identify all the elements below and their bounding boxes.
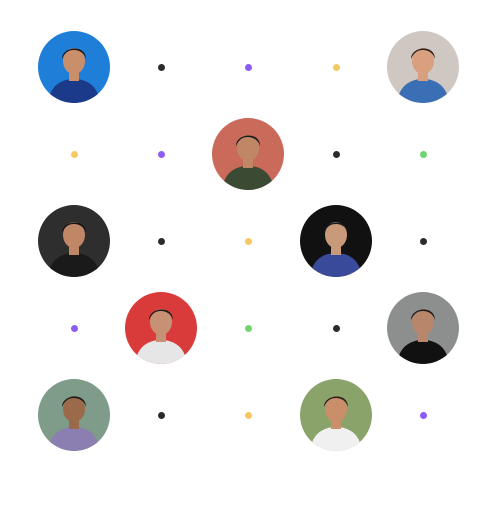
avatar-cell xyxy=(300,205,372,277)
avatar xyxy=(300,379,372,451)
dot-cell xyxy=(300,292,372,364)
dot-cell xyxy=(125,118,197,190)
avatar-cell xyxy=(38,31,110,103)
decorative-dot xyxy=(70,324,78,332)
avatar xyxy=(387,31,459,103)
decorative-dot xyxy=(419,237,427,245)
avatar-cell xyxy=(387,31,459,103)
decorative-dot xyxy=(157,411,165,419)
dot-cell xyxy=(125,31,197,103)
dot-cell xyxy=(38,118,110,190)
avatar xyxy=(38,31,110,103)
dot-cell xyxy=(125,205,197,277)
decorative-dot xyxy=(332,324,340,332)
decorative-dot xyxy=(419,150,427,158)
avatar xyxy=(300,205,372,277)
dot-cell xyxy=(387,379,459,451)
decorative-dot xyxy=(244,324,252,332)
avatar xyxy=(387,292,459,364)
dot-cell xyxy=(300,31,372,103)
dot-cell xyxy=(212,31,284,103)
decorative-dot xyxy=(332,63,340,71)
dot-cell xyxy=(212,379,284,451)
avatar-cell xyxy=(125,292,197,364)
dot-cell xyxy=(387,205,459,277)
dot-cell xyxy=(125,379,197,451)
avatar xyxy=(212,118,284,190)
avatar-cell xyxy=(38,205,110,277)
decorative-dot xyxy=(244,63,252,71)
decorative-dot xyxy=(70,150,78,158)
avatar-cell xyxy=(212,118,284,190)
decorative-dot xyxy=(157,63,165,71)
avatar-cell xyxy=(300,379,372,451)
decorative-dot xyxy=(244,237,252,245)
avatar xyxy=(38,205,110,277)
decorative-dot xyxy=(157,150,165,158)
decorative-dot xyxy=(244,411,252,419)
dot-cell xyxy=(212,292,284,364)
avatar-cell xyxy=(387,292,459,364)
dot-cell xyxy=(300,118,372,190)
decorative-dot xyxy=(332,150,340,158)
decorative-dot xyxy=(157,237,165,245)
team-avatar-grid xyxy=(0,0,494,505)
dot-cell xyxy=(212,205,284,277)
decorative-dot xyxy=(419,411,427,419)
avatar xyxy=(38,379,110,451)
avatar-cell xyxy=(38,379,110,451)
avatar xyxy=(125,292,197,364)
dot-cell xyxy=(387,118,459,190)
dot-cell xyxy=(38,292,110,364)
